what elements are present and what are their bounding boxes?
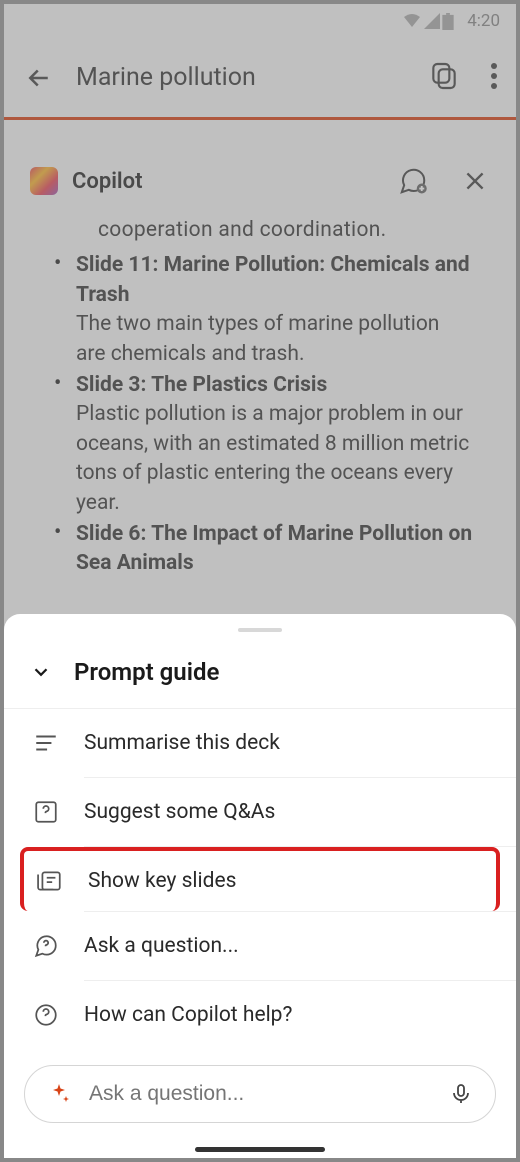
document-title: Marine pollution [76, 63, 408, 92]
prompt-guide-title: Prompt guide [74, 658, 219, 686]
menu-item-ask-question[interactable]: Ask a question... [4, 912, 516, 980]
close-icon[interactable] [460, 166, 490, 196]
prompt-guide-sheet: Prompt guide Summarise this deck Suggest… [4, 614, 516, 1158]
status-time: 4:20 [467, 11, 500, 31]
question-input-container[interactable] [24, 1065, 496, 1123]
menu-label: Summarise this deck [84, 731, 280, 755]
back-button[interactable] [22, 61, 56, 95]
new-chat-icon[interactable] [398, 166, 428, 196]
help-icon [32, 1001, 60, 1029]
menu-label: How can Copilot help? [84, 1003, 292, 1027]
menu-item-copilot-help[interactable]: How can Copilot help? [4, 981, 516, 1049]
menu-item-key-slides[interactable]: Show key slides [20, 847, 500, 911]
menu-label: Show key slides [88, 869, 236, 893]
sheet-drag-handle[interactable] [238, 628, 282, 632]
app-header: Marine pollution [4, 38, 516, 120]
copilot-header-icon[interactable] [428, 60, 460, 96]
slides-icon [36, 867, 64, 895]
slide-title: Slide 11: Marine Pollution: Chemicals an… [76, 251, 474, 310]
slide-title: Slide 6: The Impact of Marine Pollution … [76, 520, 474, 579]
question-input[interactable] [89, 1082, 431, 1106]
menu-label: Suggest some Q&As [84, 800, 275, 824]
more-menu-icon[interactable] [490, 61, 498, 95]
slide-description: Plastic pollution is a major problem in … [76, 400, 474, 518]
sparkle-icon [47, 1082, 71, 1106]
menu-item-summarise[interactable]: Summarise this deck [4, 709, 516, 777]
slide-description: The two main types of marine pollution a… [76, 310, 474, 369]
microphone-icon[interactable] [449, 1082, 473, 1106]
signal-icon [424, 13, 440, 29]
menu-label: Ask a question... [84, 934, 239, 958]
prompt-guide-header[interactable]: Prompt guide [4, 650, 516, 708]
slide-title: Slide 3: The Plastics Crisis [76, 371, 474, 400]
status-bar: 4:20 [4, 4, 516, 38]
wifi-icon [402, 13, 422, 29]
slide-summary-item: Slide 11: Marine Pollution: Chemicals an… [46, 251, 474, 369]
copilot-panel-header: Copilot [4, 146, 516, 216]
summarise-icon [32, 729, 60, 757]
slide-summary-item: Slide 6: The Impact of Marine Pollution … [46, 520, 474, 579]
home-indicator[interactable] [195, 1147, 325, 1152]
battery-icon [442, 13, 454, 30]
chat-question-icon [32, 932, 60, 960]
menu-item-suggest-qa[interactable]: Suggest some Q&As [4, 778, 516, 846]
prompt-guide-menu: Summarise this deck Suggest some Q&As Sh… [4, 708, 516, 1049]
question-card-icon [32, 798, 60, 826]
copilot-title: Copilot [72, 169, 384, 194]
slide-summary-item: Slide 3: The Plastics Crisis Plastic pol… [46, 371, 474, 518]
copilot-logo-icon [30, 167, 58, 195]
copilot-response: cooperation and coordination. Slide 11: … [4, 216, 516, 601]
chevron-down-icon [30, 661, 52, 683]
response-partial-line: cooperation and coordination. [46, 216, 474, 245]
